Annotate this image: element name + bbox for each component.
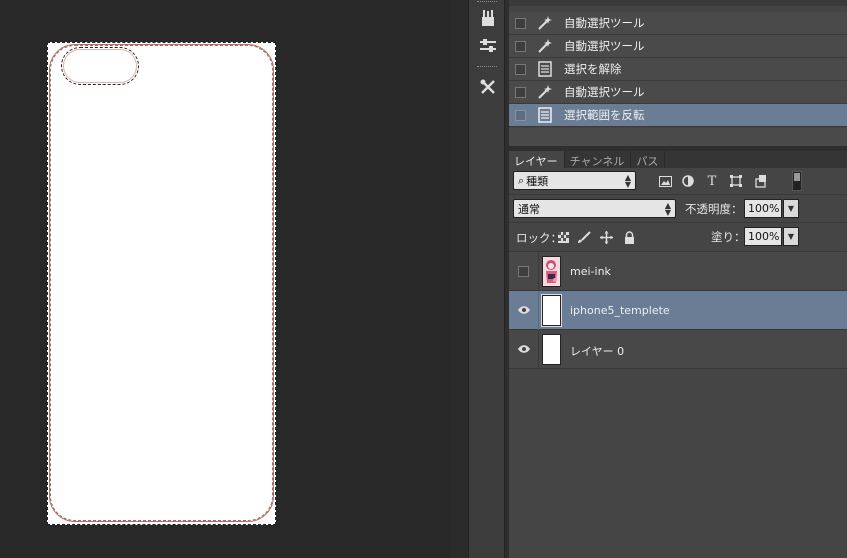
history-empty-area xyxy=(509,128,847,146)
history-item-label: 自動選択ツール xyxy=(564,85,645,99)
brush-presets-icon[interactable] xyxy=(475,6,501,30)
layer-row[interactable]: レイヤー 0 xyxy=(509,330,847,369)
fill-input[interactable]: 100% xyxy=(744,227,782,246)
document-icon xyxy=(536,61,554,77)
canvas-scrollbar[interactable] xyxy=(450,0,468,558)
history-snapshot-checkbox[interactable] xyxy=(515,86,526,98)
lock-transparency-icon[interactable] xyxy=(556,230,570,244)
tab-layers[interactable]: レイヤー xyxy=(509,151,565,168)
document-canvas[interactable] xyxy=(0,0,450,558)
shape-filter-icon[interactable] xyxy=(728,173,744,189)
blend-mode-label: 通常 xyxy=(518,202,540,216)
magic-wand-icon xyxy=(536,84,554,100)
smart-object-filter-icon[interactable] xyxy=(753,173,769,189)
history-item[interactable]: 自動選択ツール xyxy=(509,81,847,104)
updown-arrow-icon: ▲ ▼ xyxy=(624,173,631,189)
history-item-label: 自動選択ツール xyxy=(564,39,645,53)
history-item[interactable]: 選択を解除 xyxy=(509,58,847,81)
tab-paths[interactable]: パス xyxy=(631,151,666,168)
magic-wand-icon xyxy=(536,15,554,31)
history-item-selected[interactable]: 選択範囲を反転 xyxy=(509,104,847,127)
layer-name[interactable]: mei-ink xyxy=(570,265,611,278)
layer-name[interactable]: iphone5_templete xyxy=(570,304,670,317)
lock-pixels-brush-icon[interactable] xyxy=(577,230,591,244)
phone-selection-marquee xyxy=(50,45,273,521)
history-snapshot-checkbox[interactable] xyxy=(515,63,526,75)
strip-grip-2[interactable] xyxy=(477,66,497,69)
divider xyxy=(509,194,847,195)
divider xyxy=(538,291,539,330)
eye-icon[interactable] xyxy=(518,343,530,355)
layer-name[interactable]: レイヤー 0 xyxy=(570,343,624,359)
adjustments-icon[interactable] xyxy=(475,34,501,58)
history-item[interactable]: 自動選択ツール xyxy=(509,12,847,35)
layer-thumbnail[interactable] xyxy=(542,334,561,365)
camera-cutout-selection xyxy=(61,47,139,85)
updown-arrow-icon: ▲ ▼ xyxy=(664,201,671,217)
image-filter-icon[interactable] xyxy=(657,173,673,189)
strip-grip[interactable] xyxy=(477,1,497,4)
divider xyxy=(538,252,539,291)
lock-all-icon[interactable] xyxy=(622,230,636,244)
layer-thumbnail[interactable] xyxy=(542,256,561,287)
history-snapshot-checkbox[interactable] xyxy=(515,17,526,29)
panel-icon-strip xyxy=(468,0,505,558)
tools-icon[interactable] xyxy=(475,75,501,99)
magic-wand-icon xyxy=(536,38,554,54)
layers-panel-tabs: レイヤー チャンネル パス xyxy=(509,151,847,168)
history-snapshot-checkbox[interactable] xyxy=(515,40,526,52)
history-panel-tabs[interactable] xyxy=(509,0,847,6)
blend-opacity-row: 通常 ▲ ▼ 不透明度： 100% ▼ xyxy=(509,196,847,222)
divider xyxy=(509,222,847,223)
layers-empty-area xyxy=(509,371,847,558)
filter-kind-label: 種類 xyxy=(526,174,549,188)
history-item-label: 自動選択ツール xyxy=(564,16,645,30)
layer-thumbnail[interactable] xyxy=(541,294,562,327)
history-item-label: 選択を解除 xyxy=(564,62,622,76)
layer-row-selected[interactable]: iphone5_templete xyxy=(509,291,847,330)
filter-kind-select[interactable]: ⌕ 種類 ▲ ▼ xyxy=(513,171,636,190)
type-filter-icon[interactable]: T xyxy=(704,173,720,189)
document-icon xyxy=(536,107,554,123)
blend-mode-select[interactable]: 通常 ▲ ▼ xyxy=(513,199,676,218)
history-item[interactable]: 自動選択ツール xyxy=(509,35,847,58)
search-icon: ⌕ xyxy=(518,173,525,187)
lock-position-move-icon[interactable] xyxy=(599,230,613,244)
opacity-dropdown-button[interactable]: ▼ xyxy=(783,199,799,218)
history-item-label: 選択範囲を反転 xyxy=(564,108,645,122)
adjustment-filter-icon[interactable] xyxy=(680,173,696,189)
layer-visibility-toggle[interactable] xyxy=(518,266,529,277)
right-panel: 自動選択ツール 自動選択ツール 選択を解除 自動選択ツール 選択範囲を反転 レイ… xyxy=(509,0,847,558)
opacity-label: 不透明度： xyxy=(685,202,743,216)
fill-dropdown-button[interactable]: ▼ xyxy=(783,227,799,246)
fill-label: 塗り： xyxy=(711,230,746,244)
eye-icon[interactable] xyxy=(518,304,530,316)
lock-fill-row: ロック： 塗り： 100% ▼ xyxy=(509,224,847,250)
layer-row[interactable]: mei-ink xyxy=(509,252,847,291)
filter-toggle-switch[interactable] xyxy=(792,171,802,191)
tab-channels[interactable]: チャンネル xyxy=(565,151,632,168)
opacity-input[interactable]: 100% xyxy=(744,199,782,218)
divider xyxy=(538,330,539,369)
history-snapshot-checkbox[interactable] xyxy=(515,109,526,121)
layer-filter-row: ⌕ 種類 ▲ ▼ T xyxy=(509,168,847,194)
